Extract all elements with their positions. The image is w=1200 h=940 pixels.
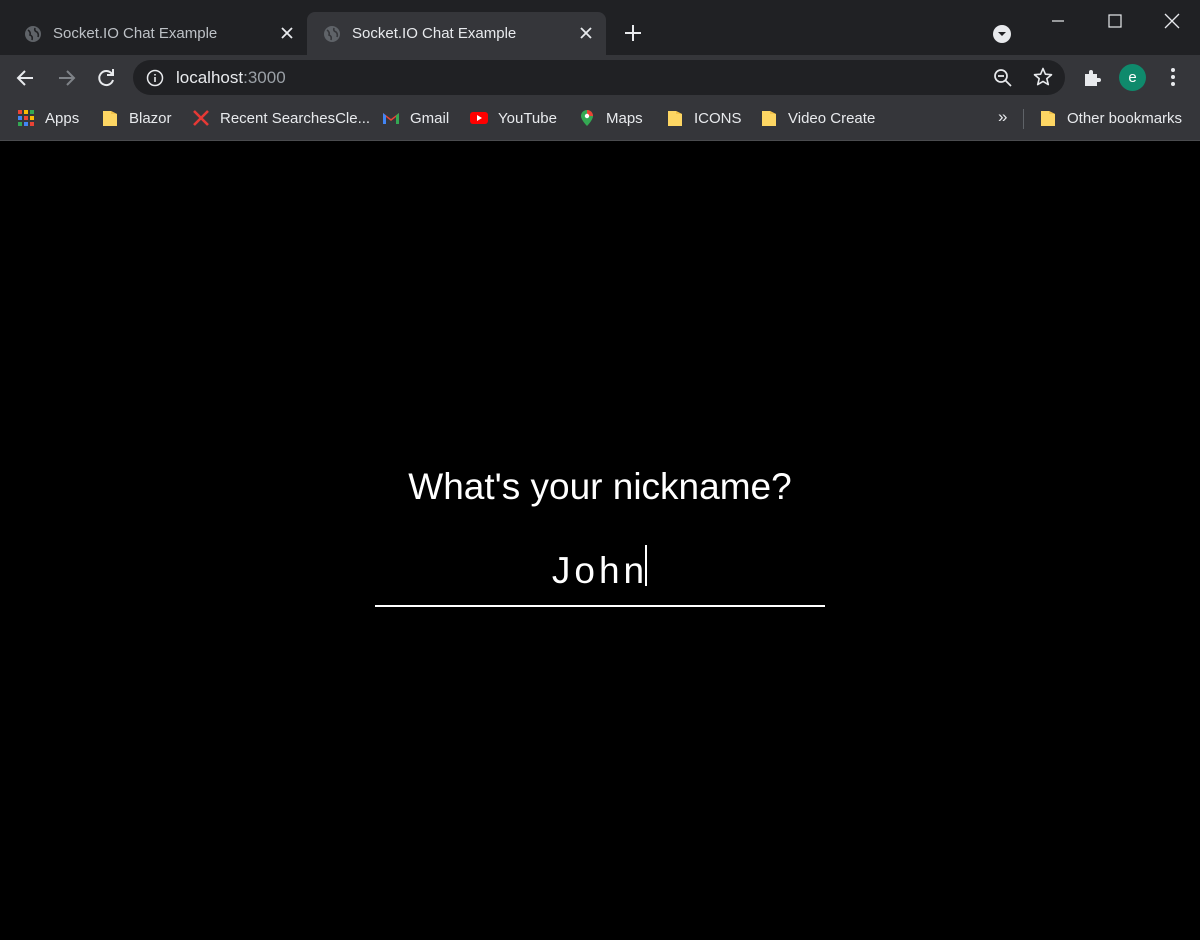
bookmark-label: Recent SearchesCle... (220, 109, 371, 127)
tab-title: Socket.IO Chat Example (352, 25, 517, 42)
tab-strip: Socket.IO Chat Example Socket.IO Chat Ex… (0, 0, 1200, 55)
bookmark-label: Gmail (410, 109, 450, 127)
bookmark-video-create[interactable]: Video Create (760, 105, 875, 131)
bookmark-label: Other bookmarks (1067, 109, 1183, 127)
apps-grid-icon (18, 110, 34, 126)
bookmark-youtube[interactable]: YouTube (470, 105, 557, 131)
bookmark-apps[interactable]: Apps (17, 105, 79, 131)
url-host: localhost (176, 68, 244, 87)
reload-icon[interactable] (92, 64, 120, 92)
site-info-icon[interactable] (146, 69, 164, 87)
extensions-puzzle-icon[interactable] (1081, 65, 1105, 89)
bookmark-blazor[interactable]: Blazor (101, 105, 172, 131)
address-bar[interactable]: localhost:3000 (133, 60, 1065, 95)
profile-avatar[interactable]: e (1119, 64, 1146, 91)
bookmark-label: ICONS (694, 109, 742, 127)
globe-icon (324, 26, 340, 42)
bookmark-label: Video Create (788, 109, 876, 127)
folder-icon (762, 111, 776, 126)
url-text[interactable]: localhost:3000 (176, 68, 286, 88)
bookmarks-bar: Apps Blazor Recent SearchesCle... Gmail (0, 100, 1200, 141)
bookmarks-divider (1023, 109, 1024, 129)
more-menu-icon[interactable] (1161, 65, 1185, 89)
back-arrow-icon[interactable] (12, 64, 40, 92)
red-x-site-icon (193, 110, 209, 126)
bookmark-other-bookmarks[interactable]: Other bookmarks (1039, 105, 1182, 131)
nickname-input[interactable] (375, 537, 825, 607)
browser-chrome: Socket.IO Chat Example Socket.IO Chat Ex… (0, 0, 1200, 141)
youtube-icon (470, 112, 488, 124)
close-tab-icon[interactable] (576, 23, 596, 43)
close-window-icon[interactable] (1157, 8, 1187, 34)
bookmark-gmail[interactable]: Gmail (382, 105, 449, 131)
nickname-prompt-heading: What's your nickname? (408, 466, 792, 507)
bookmark-label: Maps (606, 109, 643, 127)
tab-title: Socket.IO Chat Example (53, 25, 218, 42)
zoom-out-icon[interactable] (992, 67, 1014, 89)
bookmark-icons[interactable]: ICONS (666, 105, 742, 131)
gmail-icon (383, 113, 399, 124)
close-tab-icon[interactable] (277, 23, 297, 43)
bookmarks-overflow-chevron[interactable]: » (998, 107, 1007, 127)
bookmark-maps[interactable]: Maps (578, 105, 643, 131)
text-caret (645, 545, 647, 586)
bookmark-label: YouTube (498, 109, 557, 127)
navigation-toolbar: localhost:3000 e (0, 55, 1200, 100)
maps-pin-icon (581, 110, 593, 126)
bookmark-label: Blazor (129, 109, 172, 127)
minimize-window-icon[interactable] (1043, 8, 1073, 34)
new-tab-plus-icon[interactable] (621, 21, 645, 45)
tab-socketio-chat-1[interactable]: Socket.IO Chat Example (8, 12, 307, 55)
url-port: :3000 (243, 68, 286, 87)
folder-icon (103, 111, 117, 126)
tab-search-chevron-icon[interactable] (991, 23, 1013, 45)
globe-icon (25, 26, 41, 42)
folder-icon (1041, 111, 1055, 126)
forward-arrow-icon[interactable] (52, 64, 80, 92)
maximize-window-icon[interactable] (1100, 8, 1130, 34)
bookmark-star-icon[interactable] (1032, 66, 1054, 88)
folder-icon (668, 111, 682, 126)
tab-socketio-chat-2[interactable]: Socket.IO Chat Example (307, 12, 606, 55)
bookmark-label: Apps (45, 109, 80, 127)
page-content: What's your nickname? (0, 141, 1200, 940)
bookmark-recent-searches[interactable]: Recent SearchesCle... (192, 105, 370, 131)
